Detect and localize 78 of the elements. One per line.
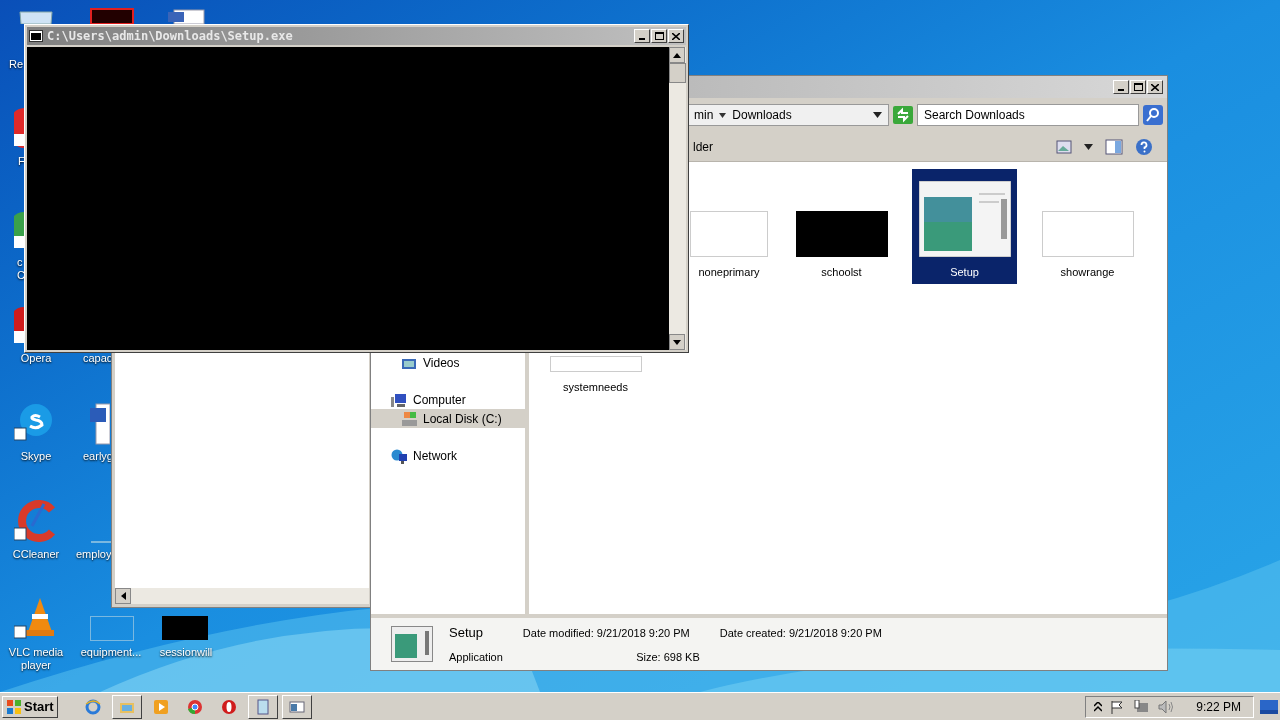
minimize-button[interactable]: [1113, 80, 1129, 94]
detail-text: Date modified: 9/21/2018 9:20 PM: [522, 626, 690, 641]
file-item[interactable]: showrange: [1035, 169, 1140, 284]
scrollbar-thumb[interactable]: [669, 63, 686, 83]
search-field[interactable]: Search Downloads: [917, 104, 1139, 126]
application-icon: [391, 626, 433, 662]
desktop-icon-label[interactable]: earlyg: [83, 450, 113, 463]
dropdown-icon[interactable]: [873, 112, 882, 118]
network-icon: [391, 448, 407, 464]
start-button[interactable]: Start: [2, 695, 58, 718]
desktop-icon-label[interactable]: Opera: [20, 352, 52, 365]
file-item[interactable]: noneprimary: [685, 169, 773, 284]
file-type: Application: [449, 649, 503, 665]
detail-text: Date created: 9/21/2018 9:20 PM: [719, 626, 882, 641]
arrow-icon: [120, 592, 126, 600]
desktop-icon-label[interactable]: F: [18, 155, 25, 168]
desktop-icon-label[interactable]: c C: [17, 256, 25, 282]
file-name: Setup: [449, 624, 484, 642]
window-title: C:\Users\admin\Downloads\Setup.exe: [47, 28, 294, 45]
close-button[interactable]: [668, 29, 684, 43]
windows-logo-icon: [6, 698, 22, 715]
media-icon: [152, 698, 169, 715]
nav-item[interactable]: Computer: [371, 391, 525, 409]
desktop-icon-label[interactable]: VLC media player: [8, 646, 64, 672]
desktop-icon-label[interactable]: Skype: [20, 450, 52, 463]
app-icon[interactable]: [14, 108, 24, 148]
maximize-button[interactable]: [1130, 80, 1146, 94]
minimize-button[interactable]: [634, 29, 650, 43]
breadcrumb-item[interactable]: Downloads: [732, 106, 792, 124]
refresh-icon[interactable]: [893, 106, 913, 124]
close-button[interactable]: [1147, 80, 1163, 94]
maximize-button[interactable]: [651, 29, 667, 43]
nav-item[interactable]: Videos: [371, 354, 525, 372]
search-icon[interactable]: [1143, 105, 1163, 125]
scroll-down-button[interactable]: [669, 334, 685, 350]
desktop-icon-label[interactable]: employ: [76, 548, 112, 561]
desktop-icon-label[interactable]: Re: [9, 58, 24, 71]
arrow-icon: [673, 52, 681, 58]
scroll-up-button[interactable]: [669, 47, 685, 63]
chevron-icon: [719, 112, 727, 118]
file-item[interactable]: Setup: [912, 169, 1017, 284]
nav-item[interactable]: Local Disk (C:): [371, 409, 525, 428]
skype-icon[interactable]: [14, 402, 54, 442]
file-item[interactable]: systemneeds: [543, 356, 648, 399]
close-icon: [1151, 83, 1159, 91]
show-desktop-icon[interactable]: [1260, 699, 1278, 714]
taskbar-button[interactable]: [247, 694, 278, 719]
console-icon: [29, 30, 43, 42]
scroll-left-button[interactable]: [115, 588, 131, 604]
computer-icon: [391, 392, 407, 408]
file-item[interactable]: schoolst: [789, 169, 894, 284]
detail-text: Size: 698 KB: [635, 649, 700, 665]
app-icon[interactable]: [14, 305, 24, 345]
preview-pane-icon[interactable]: [1105, 138, 1123, 155]
browser-icon: [84, 698, 101, 715]
browser-icon: [220, 698, 237, 715]
chevron-icon[interactable]: [1094, 701, 1103, 712]
document-icon[interactable]: [88, 402, 110, 446]
drive-icon: [401, 411, 417, 426]
arrow-icon: [673, 339, 681, 345]
breadcrumb-item[interactable]: min: [694, 106, 714, 124]
clock: 9:22 PM: [1196, 698, 1241, 716]
desktop-icon-label[interactable]: capad: [83, 352, 113, 365]
taskbar-button[interactable]: [281, 694, 312, 719]
app-icon[interactable]: [14, 210, 24, 250]
notepad-icon: [254, 698, 271, 715]
dropdown-icon[interactable]: [1084, 143, 1093, 150]
window-icon: [288, 698, 305, 715]
speaker-icon[interactable]: [1158, 699, 1175, 714]
nav-item[interactable]: Network: [371, 447, 525, 465]
close-icon: [672, 32, 680, 40]
help-icon[interactable]: [1135, 137, 1153, 156]
network-icon[interactable]: [1134, 699, 1151, 714]
ccleaner-icon[interactable]: [14, 498, 58, 542]
taskbar-button[interactable]: [111, 694, 142, 719]
browser-icon: [186, 698, 203, 715]
toolbar-button[interactable]: lder: [693, 137, 713, 156]
desktop-icon-label[interactable]: CCleaner: [12, 548, 60, 561]
